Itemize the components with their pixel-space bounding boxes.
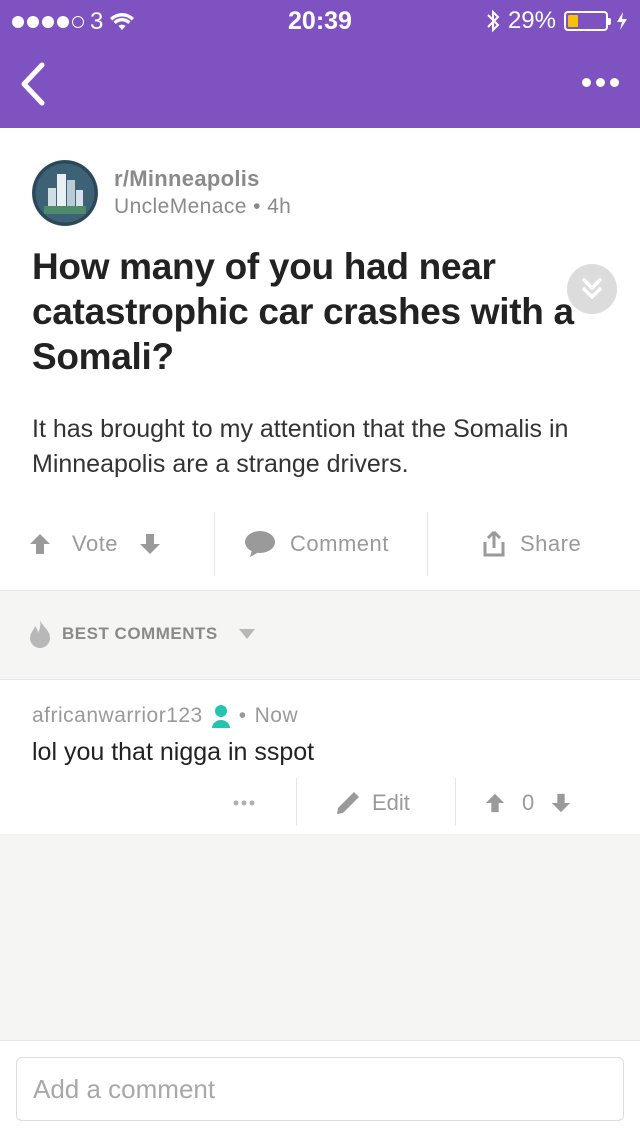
speech-bubble-icon: [245, 531, 275, 557]
sort-label: BEST COMMENTS: [62, 624, 218, 643]
city-skyline-icon: [32, 160, 98, 226]
comment-score: 0: [522, 790, 535, 815]
comment-meta: africanwarrior123 • Now: [32, 704, 298, 728]
comment-button[interactable]: Comment: [244, 512, 389, 576]
sort-dropdown[interactable]: BEST COMMENTS: [28, 619, 256, 649]
bluetooth-icon: [487, 9, 500, 33]
chevron-left-icon: [21, 62, 45, 106]
comment-sort-bar[interactable]: BEST COMMENTS: [0, 590, 640, 680]
divider: [427, 512, 428, 576]
post-actions: Vote Comment Share: [0, 512, 640, 576]
upvote-icon[interactable]: [484, 792, 506, 814]
post-card: r/Minneapolis UncleMenace • 4h How many …: [0, 128, 640, 590]
upvote-icon[interactable]: [28, 532, 52, 556]
post-author[interactable]: UncleMenace: [114, 195, 247, 218]
post-age: 4h: [267, 195, 292, 218]
downvote-icon[interactable]: [550, 792, 572, 814]
divider: [214, 512, 215, 576]
more-horizontal-icon: [233, 800, 255, 806]
comment-composer: [0, 1040, 640, 1136]
comment-label: Comment: [290, 531, 389, 556]
share-icon: [483, 530, 505, 557]
back-button[interactable]: [14, 60, 54, 108]
status-bar: 3 20:39 29%: [0, 0, 640, 40]
vote-group: Vote: [28, 512, 162, 576]
charging-bolt-icon: [617, 12, 627, 30]
comment-vote-group: 0: [484, 778, 572, 828]
collapse-button[interactable]: [567, 264, 617, 314]
edit-label: Edit: [372, 790, 410, 815]
edit-comment-button[interactable]: Edit: [334, 778, 410, 828]
meta-separator: •: [253, 195, 261, 218]
caret-down-icon: [238, 629, 255, 639]
share-label: Share: [520, 531, 582, 556]
subreddit-avatar[interactable]: [32, 160, 98, 226]
vote-label: Vote: [72, 531, 119, 556]
post-meta: UncleMenace • 4h: [114, 195, 291, 219]
nav-bar: [0, 40, 640, 128]
post-body: It has brought to my attention that the …: [32, 415, 569, 478]
comment-body: lol you that nigga in sspot: [32, 738, 315, 766]
subreddit-name[interactable]: r/Minneapolis: [114, 166, 260, 192]
battery-status: 29%: [486, 7, 628, 35]
comment-input[interactable]: [16, 1057, 624, 1121]
more-options-button[interactable]: [578, 70, 622, 94]
user-icon: [211, 705, 230, 728]
comment-more-button[interactable]: [232, 778, 256, 828]
flame-icon: [30, 620, 50, 648]
share-button[interactable]: Share: [482, 512, 581, 576]
battery-icon: [564, 11, 611, 31]
post-title: How many of you had near catastrophic ca…: [32, 246, 574, 377]
more-horizontal-icon: [581, 77, 591, 87]
double-chevron-down-icon: [582, 278, 602, 299]
comment-item: africanwarrior123 • Now lol you that nig…: [0, 680, 640, 834]
comment-author[interactable]: africanwarrior123: [32, 704, 203, 728]
downvote-icon[interactable]: [138, 532, 162, 556]
comment-time: Now: [254, 704, 299, 727]
pencil-icon: [337, 792, 359, 814]
battery-percentage: 29%: [507, 7, 556, 34]
divider: [455, 778, 456, 826]
divider: [296, 778, 297, 826]
comment-actions: Edit 0: [0, 778, 640, 828]
battery-level: [568, 15, 579, 27]
comment-separator: •: [238, 704, 247, 727]
